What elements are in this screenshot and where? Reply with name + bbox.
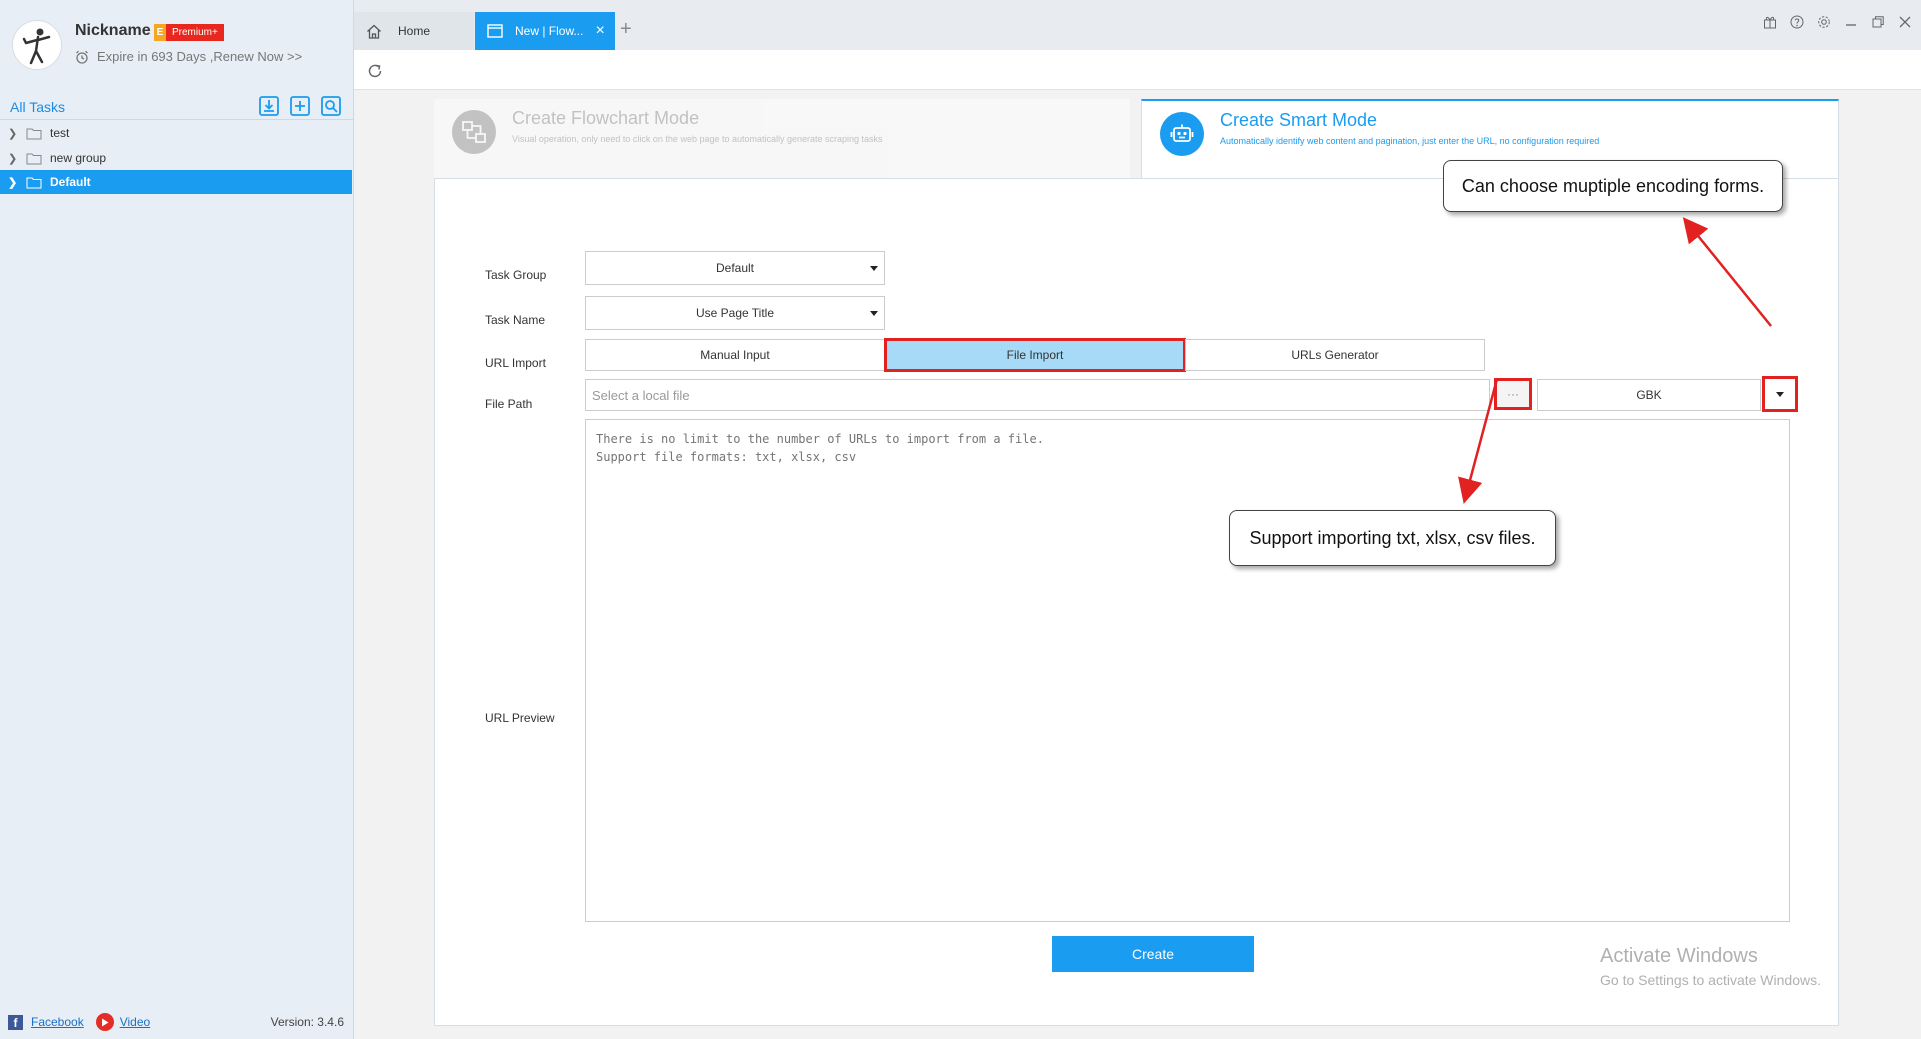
chevron-right-icon[interactable]: ❯ xyxy=(8,152,20,165)
url-import-label: URL Import xyxy=(485,356,546,370)
sidebar-item-test[interactable]: ❯ test xyxy=(0,121,352,145)
premium-badge: Premium+ xyxy=(166,24,224,41)
expire-info[interactable]: Expire in 693 Days ,Renew Now >> xyxy=(75,49,302,64)
task-group-select[interactable]: Default xyxy=(585,251,885,285)
tab-home-label: Home xyxy=(398,24,431,38)
alarm-clock-icon xyxy=(76,50,88,64)
import-icon[interactable] xyxy=(258,95,280,117)
create-button[interactable]: Create xyxy=(1052,936,1254,972)
all-tasks-bar: All Tasks xyxy=(0,92,354,120)
sidebar-item-label: new group xyxy=(50,151,107,165)
chevron-down-icon xyxy=(870,266,878,271)
smart-mode-desc: Automatically identify web content and p… xyxy=(1220,136,1600,146)
close-icon[interactable] xyxy=(1897,14,1913,30)
window-controls xyxy=(1762,14,1913,30)
flowchart-mode-desc: Visual operation, only need to click on … xyxy=(512,134,883,144)
settings-icon[interactable] xyxy=(1816,14,1832,30)
encoding-callout: Can choose muptiple encoding forms. xyxy=(1443,160,1783,212)
sidebar: Nickname E Premium+ Expire in 693 Days ,… xyxy=(0,0,354,1039)
user-figure-icon xyxy=(22,28,51,65)
minimize-icon[interactable] xyxy=(1843,14,1859,30)
formats-callout: Support importing txt, xlsx, csv files. xyxy=(1229,510,1556,566)
activate-windows-watermark: Activate Windows Go to Settings to activ… xyxy=(1600,945,1821,988)
expire-text: Expire in 693 Days ,Renew Now >> xyxy=(97,49,303,64)
youtube-icon[interactable] xyxy=(95,1013,114,1031)
sidebar-item-label: Default xyxy=(50,175,91,189)
edition-badge: E xyxy=(154,24,166,41)
flowchart-mode-card[interactable]: Create Flowchart Mode Visual operation, … xyxy=(434,99,1130,179)
chevron-down-icon xyxy=(1776,392,1784,397)
robot-icon xyxy=(1160,112,1204,156)
task-name-label: Task Name xyxy=(485,313,546,327)
main-content: Create Flowchart Mode Visual operation, … xyxy=(354,91,1921,1039)
folder-icon xyxy=(26,128,42,139)
flowchart-icon xyxy=(452,110,496,154)
window-icon xyxy=(487,24,503,38)
watermark-line-1: Activate Windows xyxy=(1600,945,1758,967)
all-tasks-label[interactable]: All Tasks xyxy=(10,99,65,115)
sidebar-footer: f Facebook Video Version: 3.4.6 xyxy=(0,1005,354,1039)
encoding-dropdown-button[interactable] xyxy=(1762,376,1798,412)
tab-new-flowchart[interactable]: New | Flow... × xyxy=(475,12,615,50)
tab-home[interactable]: Home xyxy=(354,12,474,50)
import-mode-urls-generator[interactable]: URLs Generator xyxy=(1185,339,1485,371)
sidebar-item-default[interactable]: ❯ Default xyxy=(0,170,352,194)
home-icon xyxy=(367,24,381,39)
browse-file-button[interactable]: ··· xyxy=(1494,378,1532,410)
chevron-down-icon xyxy=(870,311,878,316)
restore-icon[interactable] xyxy=(1870,14,1886,30)
folder-icon xyxy=(26,177,42,188)
file-path-input[interactable] xyxy=(585,379,1490,411)
profile-panel: Nickname E Premium+ Expire in 693 Days ,… xyxy=(0,0,354,90)
address-bar xyxy=(354,50,1921,90)
help-icon[interactable] xyxy=(1789,14,1805,30)
tab-bar: Home New | Flow... × + xyxy=(354,0,1921,50)
chevron-right-icon[interactable]: ❯ xyxy=(8,176,20,189)
add-icon[interactable] xyxy=(289,95,311,117)
facebook-link[interactable]: Facebook xyxy=(31,1015,84,1029)
file-path-label: File Path xyxy=(485,397,533,411)
encoding-select[interactable]: GBK xyxy=(1537,379,1761,411)
sidebar-item-new-group[interactable]: ❯ new group xyxy=(0,146,352,170)
tab-new-label: New | Flow... xyxy=(515,24,584,38)
flowchart-mode-title: Create Flowchart Mode xyxy=(512,108,700,128)
task-name-select[interactable]: Use Page Title xyxy=(585,296,885,330)
facebook-icon[interactable]: f xyxy=(8,1014,23,1030)
task-group-label: Task Group xyxy=(485,268,547,282)
folder-icon xyxy=(26,153,42,164)
video-link[interactable]: Video xyxy=(120,1015,150,1029)
smart-mode-form: Task Group Default Task Name Use Page Ti… xyxy=(434,178,1839,1026)
tab-close-icon[interactable]: × xyxy=(595,22,604,40)
refresh-icon[interactable] xyxy=(366,62,384,80)
url-preview-label: URL Preview xyxy=(485,711,555,725)
avatar[interactable] xyxy=(12,20,62,70)
import-mode-manual-input[interactable]: Manual Input xyxy=(585,339,885,371)
version-text: Version: 3.4.6 xyxy=(270,1015,344,1029)
task-group-value: Default xyxy=(715,261,755,275)
import-mode-file-import[interactable]: File Import xyxy=(884,338,1186,372)
url-preview-textarea[interactable] xyxy=(585,419,1790,922)
task-name-value: Use Page Title xyxy=(695,306,775,320)
smart-mode-title: Create Smart Mode xyxy=(1220,110,1378,130)
gift-icon[interactable] xyxy=(1762,14,1778,30)
chevron-right-icon[interactable]: ❯ xyxy=(8,127,20,140)
watermark-line-2: Go to Settings to activate Windows. xyxy=(1600,972,1821,988)
sidebar-item-label: test xyxy=(50,126,70,140)
new-tab-icon[interactable]: + xyxy=(620,18,632,41)
search-icon[interactable] xyxy=(320,95,342,117)
nickname: Nickname xyxy=(75,22,151,39)
